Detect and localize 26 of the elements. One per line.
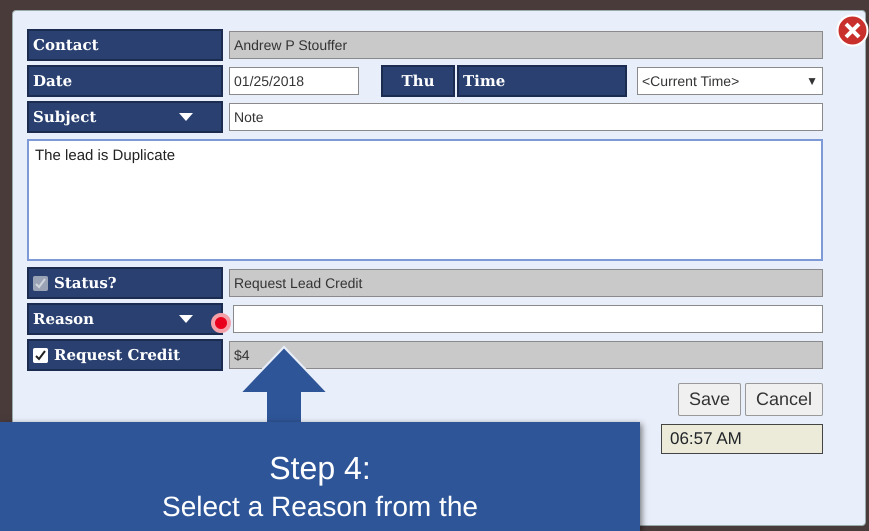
field-label: Contact — [27, 29, 223, 61]
date-field[interactable]: 01/25/2018 — [229, 67, 359, 95]
field-label: Time — [457, 65, 627, 97]
dropdown-icon[interactable] — [179, 113, 193, 121]
callout-title: Step 4: — [269, 450, 371, 487]
save-button[interactable]: Save — [678, 383, 741, 416]
note-textarea[interactable]: The lead is Duplicate — [27, 139, 823, 261]
reason-field[interactable] — [233, 305, 823, 333]
cancel-button[interactable]: Cancel — [744, 383, 823, 416]
field-label: Date — [27, 65, 223, 97]
checkbox[interactable] — [33, 348, 48, 362]
credit-field: $4 — [229, 341, 823, 369]
caret-icon: ▼ — [806, 72, 818, 90]
contact-field: Andrew P Stouffer — [229, 31, 823, 59]
close-icon[interactable] — [836, 14, 869, 47]
callout-text: Select a Reason from the — [162, 490, 478, 523]
field-label: Status? — [54, 272, 117, 294]
timestamp-field: 06:57 AM — [661, 424, 823, 454]
field-label: Subject — [33, 106, 98, 128]
field-label: Request Credit — [54, 344, 180, 366]
status-field: Request Lead Credit — [229, 269, 823, 297]
day-label: Thu — [381, 65, 455, 97]
subject-field[interactable]: Note — [229, 103, 823, 131]
dropdown-icon[interactable] — [179, 315, 193, 323]
field-label: Reason — [33, 308, 96, 330]
time-select[interactable]: <Current Time> ▼ — [637, 67, 823, 95]
